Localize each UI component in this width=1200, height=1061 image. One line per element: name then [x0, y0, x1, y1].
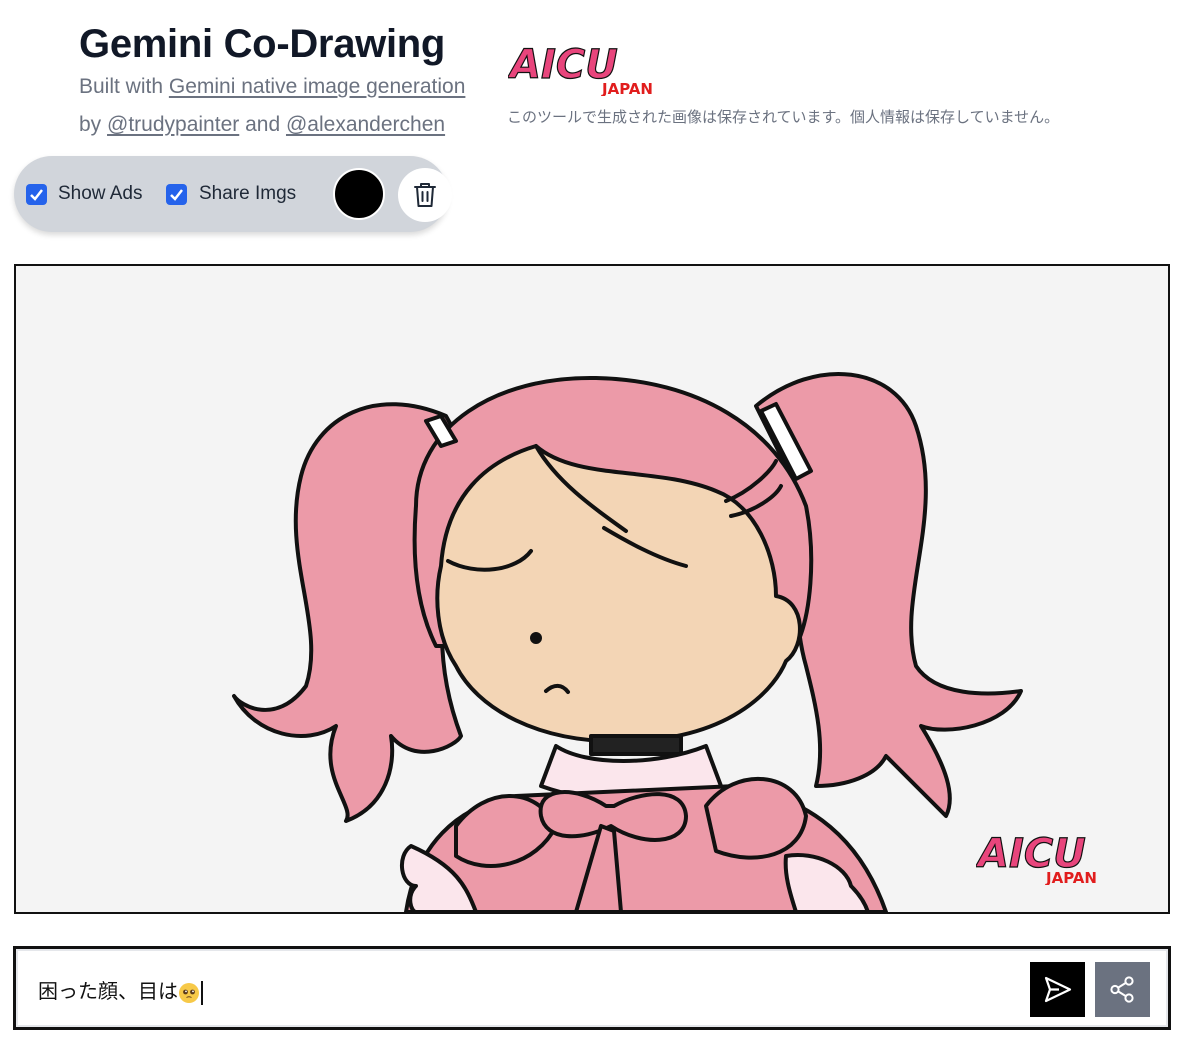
right-shoulder-puff [704, 776, 808, 860]
author-link-alexanderchen[interactable]: @alexanderchen [286, 113, 445, 136]
svg-text:JAPAN: JAPAN [601, 80, 653, 96]
pleading-face-emoji [179, 982, 199, 1003]
prompt-input[interactable]: 困った顔、目は [38, 975, 203, 1005]
share-imgs-checkbox[interactable] [166, 184, 187, 205]
send-icon [1044, 976, 1072, 1003]
pen-color-picker[interactable] [333, 168, 385, 220]
privacy-notice: このツールで生成された画像は保存されています。個人情報は保存していません。 [507, 109, 1060, 126]
by-prefix: by [79, 113, 102, 136]
trash-icon [414, 183, 436, 207]
built-with-prefix: Built with [79, 75, 164, 98]
header: Gemini Co-Drawing Built with Gemini nati… [79, 20, 499, 144]
canvas-watermark-logo: AICU JAPAN [976, 831, 1097, 885]
page-title: Gemini Co-Drawing [79, 22, 446, 66]
text-caret [201, 980, 203, 1005]
prompt-value: 困った顔、目は [38, 981, 178, 1003]
drawing-canvas[interactable]: AICU JAPAN [14, 264, 1170, 914]
authors-line: by @trudypainter and @alexanderchen [79, 106, 499, 144]
share-icon [1110, 976, 1134, 1003]
send-button[interactable] [1030, 962, 1085, 1017]
author-link-trudypainter[interactable]: @trudypainter [107, 113, 239, 136]
toolbar: Show Ads Share Imgs [14, 156, 452, 232]
nose [530, 632, 542, 644]
aicu-japan-logo: AICU JAPAN [508, 42, 653, 96]
and-text: and [245, 113, 281, 136]
svg-text:JAPAN: JAPAN [1045, 869, 1097, 885]
show-ads-checkbox[interactable] [26, 184, 47, 205]
built-with-line: Built with Gemini native image generatio… [79, 68, 499, 106]
share-button[interactable] [1095, 962, 1150, 1017]
canvas-illustration [232, 372, 1023, 912]
share-imgs-label[interactable]: Share Imgs [199, 183, 296, 205]
gemini-link[interactable]: Gemini native image generation [169, 75, 466, 98]
clear-canvas-button[interactable] [398, 168, 452, 222]
prompt-input-container: 困った顔、目は [13, 946, 1171, 1030]
checkmark-icon [170, 189, 183, 201]
checkmark-icon [30, 189, 43, 201]
show-ads-label[interactable]: Show Ads [58, 183, 143, 205]
